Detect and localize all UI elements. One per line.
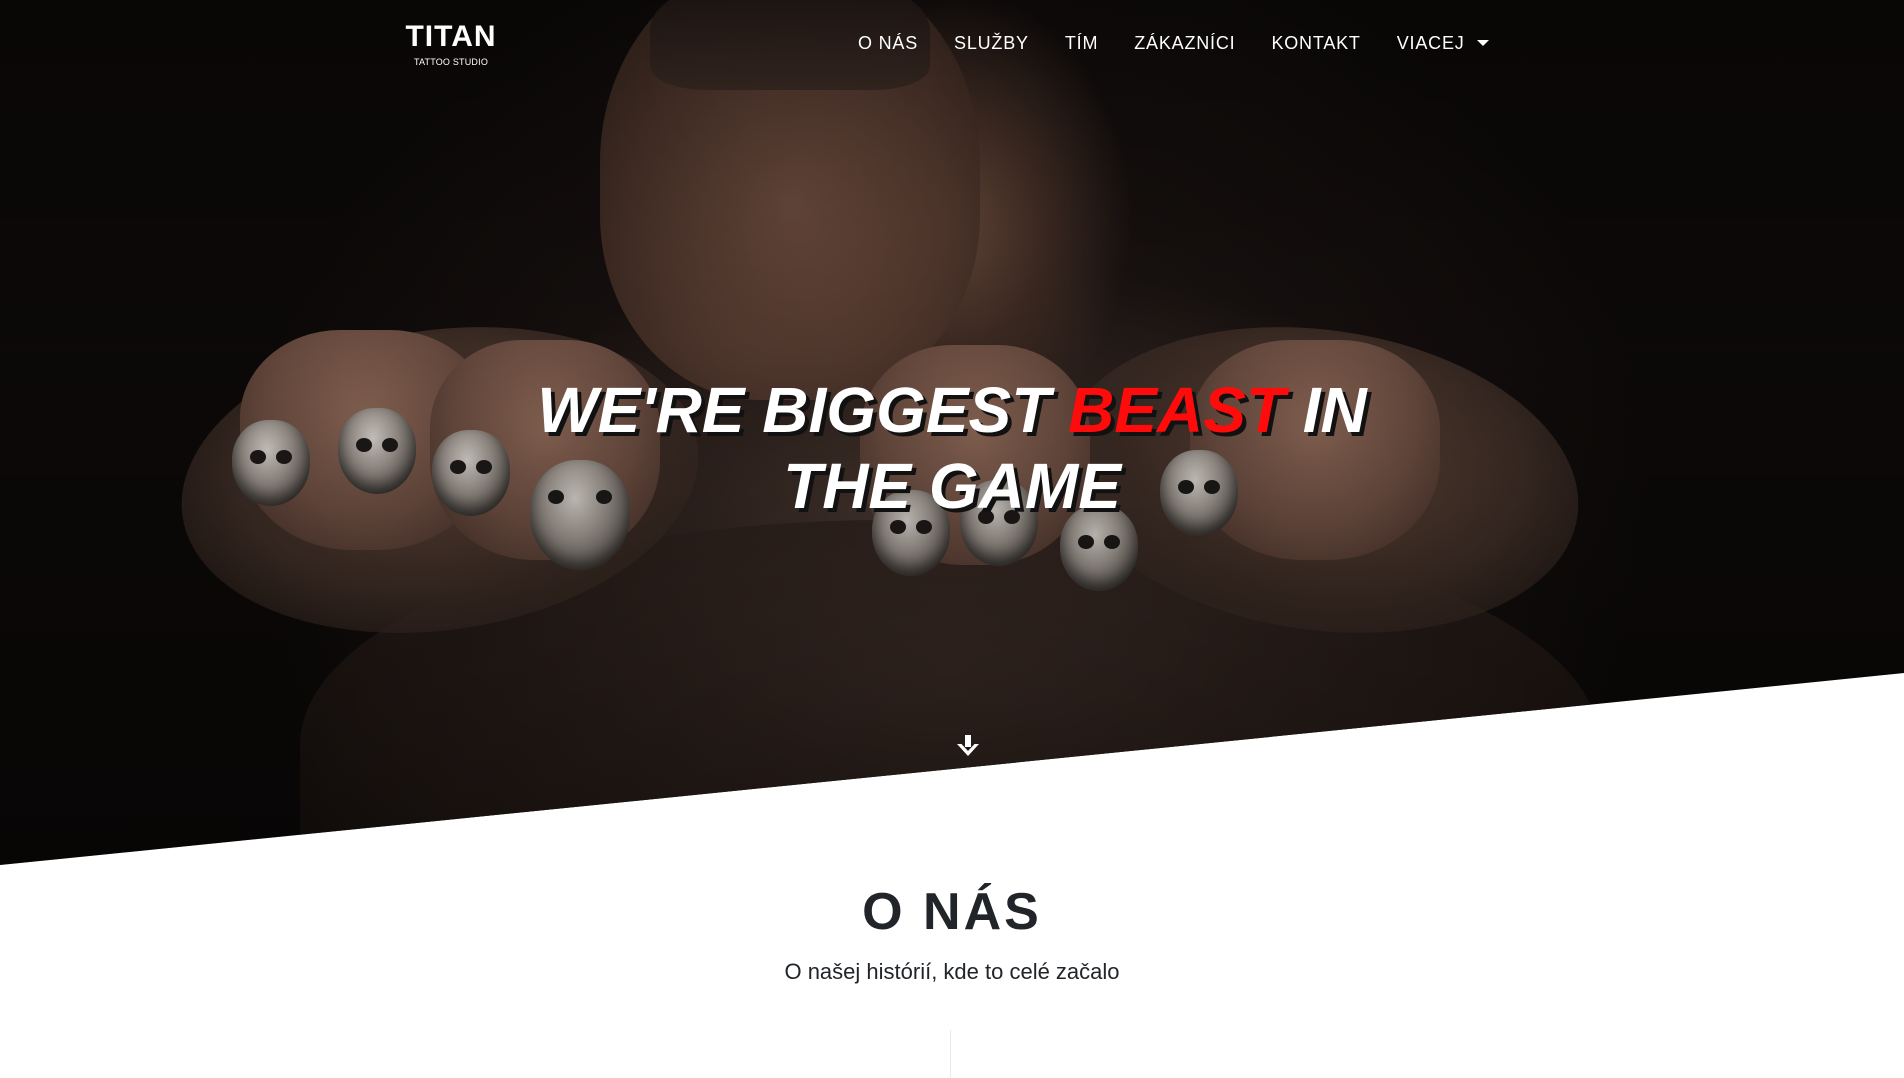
nav-item: O NÁS [840, 33, 936, 54]
brand-subtitle: TATTOO STUDIO [413, 57, 489, 67]
nav-link-kontakt[interactable]: KONTAKT [1253, 33, 1378, 54]
nav-item: KONTAKT [1253, 33, 1378, 54]
timeline-divider [950, 1030, 951, 1078]
nav-link-zakaznici[interactable]: ZÁKAZNÍCI [1116, 33, 1253, 54]
nav-menu: O NÁS SLUŽBY TÍM ZÁKAZNÍCI KONTAKT VIACE… [840, 30, 1507, 56]
nav-item: VIACEJ [1379, 33, 1507, 54]
hero-headline-part1: WE'RE BIGGEST [537, 374, 1051, 446]
nav-dropdown-viacej[interactable]: VIACEJ [1379, 33, 1507, 54]
nav-link-sluzby[interactable]: SLUŽBY [936, 33, 1047, 54]
nav-dropdown-label: VIACEJ [1396, 32, 1465, 53]
about-title: O NÁS [862, 883, 1042, 941]
about-section: O NÁS O našej histórií, kde to celé zača… [0, 880, 1904, 986]
caret-down-icon [1476, 40, 1489, 46]
navbar: TITAN TATTOO STUDIO O NÁS SLUŽBY TÍM ZÁK… [0, 0, 1904, 88]
page: TITAN TATTOO STUDIO O NÁS SLUŽBY TÍM ZÁK… [0, 0, 1904, 1078]
brand-logo[interactable]: TITAN TATTOO STUDIO [396, 20, 506, 68]
nav-item: ZÁKAZNÍCI [1116, 33, 1253, 54]
nav-link-o-nas[interactable]: O NÁS [840, 33, 936, 54]
nav-item: TÍM [1047, 33, 1116, 54]
nav-link-tim[interactable]: TÍM [1047, 33, 1116, 54]
hero-headline-accent: BEAST [1068, 374, 1285, 446]
hero-headline: WE'RE BIGGEST BEAST IN THE GAME [502, 372, 1402, 524]
arrow-down-icon [957, 735, 979, 756]
about-subtitle: O našej histórií, kde to celé začalo [784, 959, 1120, 984]
nav-item: SLUŽBY [936, 33, 1047, 54]
brand-title: TITAN [405, 20, 497, 53]
scroll-down-button[interactable] [951, 729, 985, 763]
